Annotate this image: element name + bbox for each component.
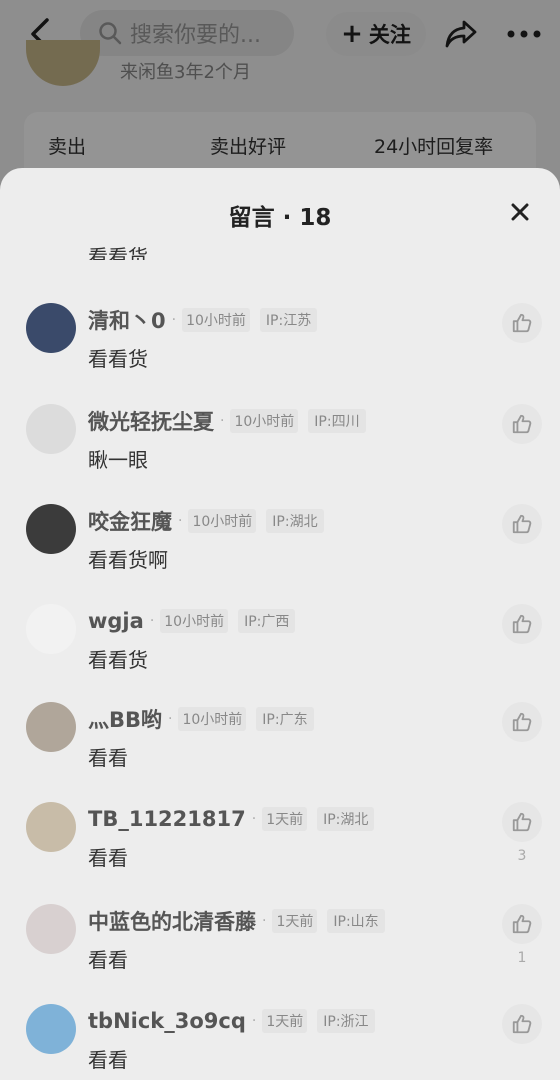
clipped-comment-text: 看看货 [88, 245, 148, 260]
like-button[interactable] [502, 504, 542, 544]
comment-text: 看看货 [88, 648, 148, 672]
avatar[interactable] [26, 404, 76, 454]
comment-time: 10小时前 [188, 509, 257, 533]
thumbs-up-icon [512, 914, 532, 934]
separator-dot: · [178, 513, 183, 529]
separator-dot: · [220, 413, 225, 429]
like-button[interactable] [502, 702, 542, 742]
username[interactable]: 咬金狂魔 [88, 506, 172, 536]
comments-sheet: 留言 · 18 看看货 清和丶0 · 10小时前 IP:江苏 看看货 微光轻抚尘… [0, 168, 560, 1080]
comment-time: 1天前 [262, 807, 308, 831]
username[interactable]: 灬BB哟 [88, 704, 162, 734]
separator-dot: · [251, 1013, 257, 1029]
comment-time: 10小时前 [160, 609, 229, 633]
comment-text: 瞅一眼 [88, 448, 148, 472]
comment-meta: TB_11221817 · 1天前 IP:湖北 [88, 804, 375, 834]
comment-item[interactable]: TB_11221817 · 1天前 IP:湖北 看看 3 [0, 802, 560, 902]
comment-item[interactable]: 中蓝色的北清香藤 · 1天前 IP:山东 看看 1 [0, 904, 560, 1004]
comment-time: 10小时前 [178, 707, 247, 731]
comment-time: 10小时前 [230, 409, 299, 433]
comment-text: 看看货啊 [88, 548, 168, 572]
ip-location: IP:江苏 [259, 308, 318, 332]
like-button[interactable] [502, 904, 542, 944]
like-count: 3 [517, 848, 527, 864]
thumbs-up-icon [512, 812, 532, 832]
like-button[interactable] [502, 1004, 542, 1044]
comment-meta: 清和丶0 · 10小时前 IP:江苏 [88, 305, 318, 335]
comment-time: 1天前 [262, 1009, 308, 1033]
avatar[interactable] [26, 904, 76, 954]
comment-meta: tbNick_3o9cq · 1天前 IP:浙江 [88, 1006, 375, 1036]
avatar[interactable] [26, 1004, 76, 1054]
comment-item[interactable]: wgja · 10小时前 IP:广西 看看货 [0, 604, 560, 704]
thumbs-up-icon [512, 1014, 532, 1034]
ip-location: IP:浙江 [317, 1009, 375, 1033]
like-button[interactable] [502, 802, 542, 842]
comment-item[interactable]: 清和丶0 · 10小时前 IP:江苏 看看货 [0, 303, 560, 403]
like-button[interactable] [502, 303, 542, 343]
like-button[interactable] [502, 404, 542, 444]
username[interactable]: 中蓝色的北清香藤 [88, 906, 256, 936]
comment-text: 看看 [88, 846, 128, 870]
separator-dot: · [149, 613, 155, 629]
comment-item[interactable]: 微光轻抚尘夏 · 10小时前 IP:四川 瞅一眼 [0, 404, 560, 504]
comment-time: 10小时前 [182, 308, 250, 332]
username[interactable]: tbNick_3o9cq [88, 1009, 246, 1033]
avatar[interactable] [26, 604, 76, 654]
comment-meta: 灬BB哟 · 10小时前 IP:广东 [88, 704, 314, 734]
thumbs-up-icon [512, 414, 532, 434]
comment-meta: 咬金狂魔 · 10小时前 IP:湖北 [88, 506, 324, 536]
like-button[interactable] [502, 604, 542, 644]
comment-text: 看看货 [88, 347, 148, 371]
comment-text: 看看 [88, 948, 128, 972]
separator-dot: · [171, 312, 177, 328]
comment-item[interactable]: 灬BB哟 · 10小时前 IP:广东 看看 [0, 702, 560, 802]
comment-item[interactable]: tbNick_3o9cq · 1天前 IP:浙江 看看 [0, 1004, 560, 1080]
comment-item[interactable]: 咬金狂魔 · 10小时前 IP:湖北 看看货啊 [0, 504, 560, 604]
comment-text: 看看 [88, 746, 128, 770]
username[interactable]: wgja [88, 609, 144, 633]
close-icon [511, 203, 529, 221]
ip-location: IP:广西 [238, 609, 296, 633]
separator-dot: · [262, 913, 267, 929]
username[interactable]: TB_11221817 [88, 807, 246, 831]
comment-meta: 微光轻抚尘夏 · 10小时前 IP:四川 [88, 406, 366, 436]
username[interactable]: 微光轻抚尘夏 [88, 406, 214, 436]
ip-location: IP:山东 [327, 909, 385, 933]
avatar[interactable] [26, 504, 76, 554]
avatar[interactable] [26, 802, 76, 852]
comment-text: 看看 [88, 1048, 128, 1072]
comment-meta: 中蓝色的北清香藤 · 1天前 IP:山东 [88, 906, 385, 936]
ip-location: IP:湖北 [317, 807, 375, 831]
ip-location: IP:湖北 [266, 509, 324, 533]
close-button[interactable] [500, 192, 540, 232]
avatar[interactable] [26, 702, 76, 752]
thumbs-up-icon [512, 313, 532, 333]
thumbs-up-icon [512, 712, 532, 732]
separator-dot: · [251, 811, 257, 827]
comment-meta: wgja · 10小时前 IP:广西 [88, 606, 296, 636]
like-count: 1 [517, 950, 527, 966]
separator-dot: · [168, 711, 173, 727]
username[interactable]: 清和丶0 [88, 305, 166, 335]
sheet-title: 留言 · 18 [228, 205, 332, 231]
ip-location: IP:四川 [308, 409, 366, 433]
ip-location: IP:广东 [256, 707, 314, 731]
thumbs-up-icon [512, 514, 532, 534]
comment-time: 1天前 [272, 909, 318, 933]
thumbs-up-icon [512, 614, 532, 634]
avatar[interactable] [26, 303, 76, 353]
